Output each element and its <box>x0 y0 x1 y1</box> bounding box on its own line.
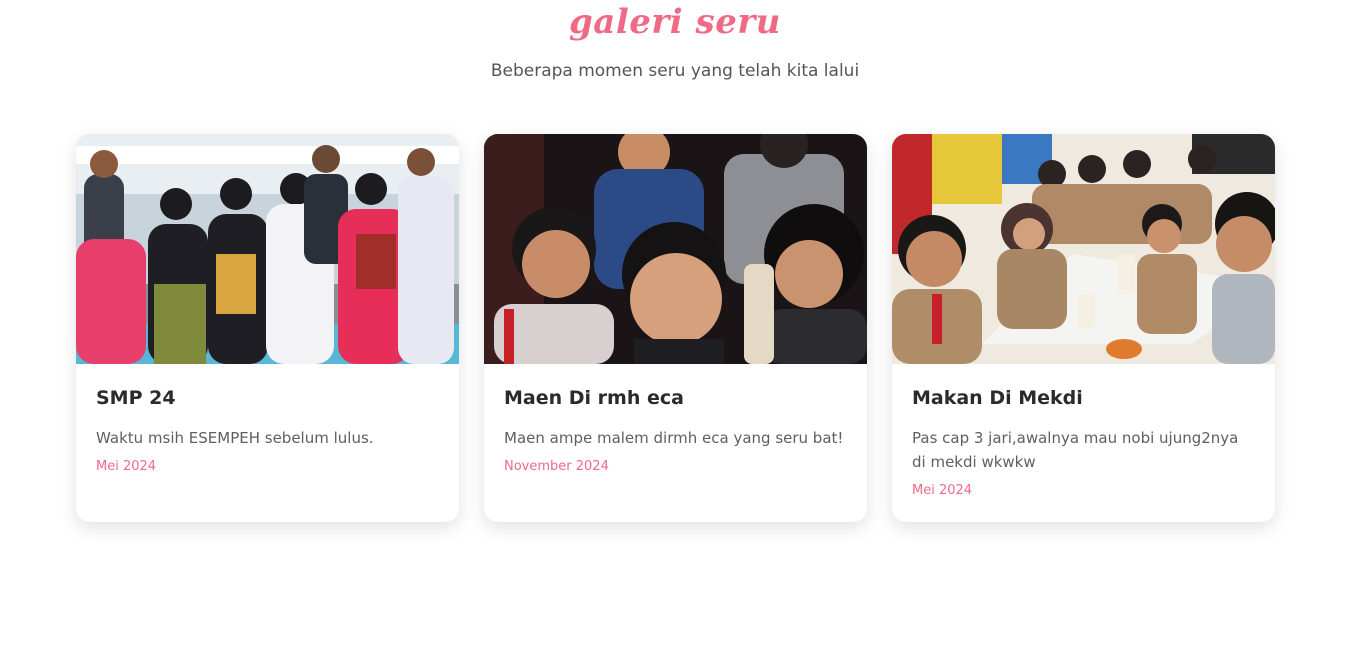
card-body: Makan Di Mekdi Pas cap 3 jari,awalnya ma… <box>892 364 1275 502</box>
gallery-card-grid: SMP 24 Waktu msih ESEMPEH sebelum lulus.… <box>76 134 1275 522</box>
card-title: SMP 24 <box>96 387 176 409</box>
card-photo-night-selfie[interactable] <box>484 134 867 364</box>
card-body: SMP 24 Waktu msih ESEMPEH sebelum lulus.… <box>76 364 459 478</box>
gallery-card[interactable]: SMP 24 Waktu msih ESEMPEH sebelum lulus.… <box>76 134 459 522</box>
card-description: Pas cap 3 jari,awalnya mau nobi ujung2ny… <box>912 429 1239 471</box>
gallery-title: galeri seru <box>569 2 781 42</box>
card-body: Maen Di rmh eca Maen ampe malem dirmh ec… <box>484 364 867 478</box>
card-description: Waktu msih ESEMPEH sebelum lulus. <box>96 429 374 447</box>
card-date: Mei 2024 <box>912 483 973 498</box>
card-date: November 2024 <box>504 459 609 474</box>
card-photo-restaurant-group[interactable] <box>892 134 1275 364</box>
card-title: Makan Di Mekdi <box>912 387 1083 409</box>
card-date: Mei 2024 <box>96 459 157 474</box>
gallery-card[interactable]: Maen Di rmh eca Maen ampe malem dirmh ec… <box>484 134 867 522</box>
gallery-subtitle: Beberapa momen seru yang telah kita lalu… <box>490 61 860 81</box>
card-title: Maen Di rmh eca <box>504 387 684 409</box>
gallery-card[interactable]: Makan Di Mekdi Pas cap 3 jari,awalnya ma… <box>892 134 1275 522</box>
card-description: Maen ampe malem dirmh eca yang seru bat! <box>504 429 844 447</box>
card-photo-group-school[interactable] <box>76 134 459 364</box>
